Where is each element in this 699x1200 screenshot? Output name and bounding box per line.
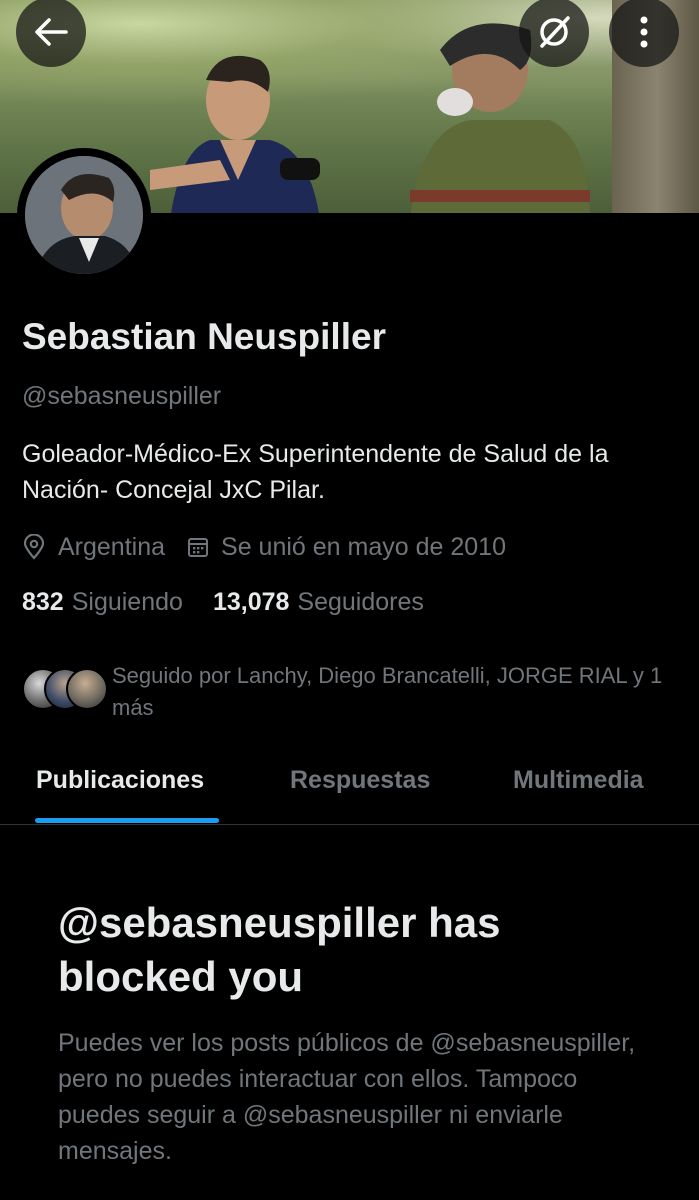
grok-button[interactable] [519,0,589,67]
back-button[interactable] [16,0,86,67]
follower-avatar [66,668,108,710]
followed-by-avatars [22,668,108,714]
followers-link[interactable]: 13,078 Seguidores [213,588,424,617]
tab-publicaciones[interactable]: Publicaciones [36,766,204,795]
profile-bio: Goleador-Médico-Ex Superintendente de Sa… [22,440,609,504]
more-vertical-icon [640,16,648,48]
avatar-photo [25,156,143,274]
profile-avatar[interactable] [17,148,151,282]
calendar-icon [188,538,209,557]
following-link[interactable]: 832 Siguiendo [22,588,183,617]
profile-joined: Se unió en mayo de 2010 [187,533,506,562]
tab-multimedia[interactable]: Multimedia [513,766,644,795]
followers-label: Seguidores [297,588,424,616]
follow-stats: 832 Siguiendo 13,078 Seguidores [22,588,424,617]
banner-photo-doctor [150,55,320,213]
active-tab-indicator [35,818,219,823]
profile-handle: @sebasneuspiller [22,382,222,410]
profile-name: Sebastian Neuspiller [22,316,386,357]
profile-meta: Argentina Se unió en mayo de 2010 [22,530,506,564]
more-options-button[interactable] [609,0,679,67]
blocked-description: Puedes ver los posts públicos de @sebasn… [58,1029,636,1165]
profile-tabs: Publicaciones Respuestas Multimedia [0,752,699,825]
followers-count: 13,078 [212,588,290,616]
profile-location: Argentina [22,533,165,562]
tab-respuestas[interactable]: Respuestas [290,766,430,795]
arrow-left-icon [35,18,68,46]
joined-text: Se unió en mayo de 2010 [221,532,506,561]
following-count: 832 [22,588,64,616]
slash-circle-icon [540,16,570,48]
location-text: Argentina [58,532,166,561]
following-label: Siguiendo [71,588,183,616]
blocked-title: @sebasneuspiller has blocked you [58,899,501,1000]
followed-by-text: Seguido por Lanchy, Diego Brancatelli, J… [112,663,663,720]
location-pin-icon [23,534,45,560]
